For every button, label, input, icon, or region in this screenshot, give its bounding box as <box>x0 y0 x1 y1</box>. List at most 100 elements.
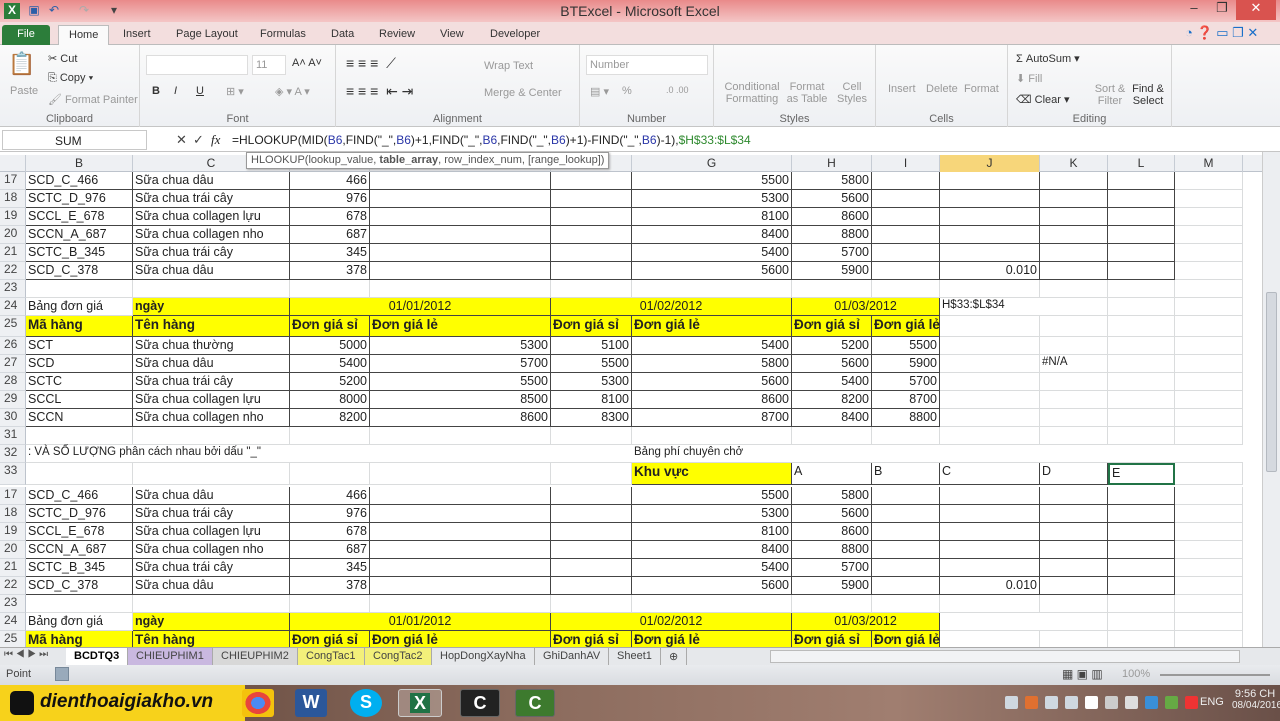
conditional-formatting-button[interactable]: Conditional Formatting <box>720 81 784 105</box>
row-header[interactable]: 19 <box>0 208 26 226</box>
cell-F27[interactable]: 5500 <box>551 355 632 373</box>
cell-E26[interactable]: 5300 <box>370 337 551 355</box>
empty-cell[interactable] <box>940 559 1040 577</box>
empty-cell[interactable] <box>940 391 1040 409</box>
close-button[interactable]: ✕ <box>1236 0 1276 20</box>
cell-B29[interactable]: SCCL <box>26 391 133 409</box>
row-header[interactable]: 17 <box>0 172 26 190</box>
sheet-tab-chieuphim2[interactable]: CHIEUPHIM2 <box>213 648 298 665</box>
cell-H27[interactable]: 5600 <box>792 355 872 373</box>
empty-cell[interactable] <box>940 595 1040 613</box>
tray-icon[interactable] <box>1065 696 1078 709</box>
empty-cell[interactable] <box>551 208 632 226</box>
cell-D22[interactable]: 378 <box>290 577 370 595</box>
empty-cell[interactable] <box>1175 208 1243 226</box>
cell-C18[interactable]: Sữa chua trái cây <box>133 190 290 208</box>
empty-cell[interactable] <box>1175 172 1243 190</box>
cell-B17[interactable]: SCD_C_466 <box>26 172 133 190</box>
empty-cell[interactable] <box>1040 427 1108 445</box>
tab-file[interactable]: File <box>2 25 50 45</box>
cell-F24[interactable]: 01/02/2012 <box>551 613 792 631</box>
tab-insert[interactable]: Insert <box>113 25 161 45</box>
cell-B25[interactable]: Mã hàng <box>26 316 133 337</box>
empty-cell[interactable] <box>940 541 1040 559</box>
empty-cell[interactable] <box>1040 262 1108 280</box>
column-header-B[interactable]: B <box>26 155 133 172</box>
tray-icon[interactable] <box>1165 696 1178 709</box>
cell-D18[interactable]: 976 <box>290 190 370 208</box>
cell-G21[interactable]: 5400 <box>632 559 792 577</box>
font-name-select[interactable] <box>146 55 248 75</box>
cell-C24[interactable]: ngày <box>133 298 290 316</box>
empty-cell[interactable] <box>872 280 940 298</box>
cell-B30[interactable]: SCCN <box>26 409 133 427</box>
cell-H17[interactable]: 5800 <box>792 487 872 505</box>
empty-cell[interactable] <box>872 226 940 244</box>
empty-cell[interactable] <box>1175 373 1243 391</box>
camtasia-recorder-icon[interactable]: C <box>515 689 555 717</box>
empty-cell[interactable] <box>872 172 940 190</box>
empty-cell[interactable] <box>370 208 551 226</box>
select-all-button[interactable] <box>0 155 26 172</box>
row-header[interactable]: 20 <box>0 226 26 244</box>
empty-cell[interactable] <box>1108 577 1175 595</box>
empty-cell[interactable] <box>551 559 632 577</box>
empty-cell[interactable] <box>1175 280 1243 298</box>
cell-B21[interactable]: SCTC_B_345 <box>26 559 133 577</box>
cell-D24[interactable]: 01/01/2012 <box>290 613 551 631</box>
empty-cell[interactable] <box>940 409 1040 427</box>
empty-cell[interactable] <box>1175 631 1243 647</box>
scroll-thumb[interactable] <box>1266 292 1277 472</box>
cell-H21[interactable]: 5700 <box>792 244 872 262</box>
cell-H19[interactable]: 8600 <box>792 208 872 226</box>
cell-B24[interactable]: Bảng đơn giá <box>26 613 133 631</box>
cell-H22[interactable]: 5900 <box>792 577 872 595</box>
cell-D29[interactable]: 8000 <box>290 391 370 409</box>
sheet-nav-arrows[interactable]: ⏮ ◀ ▶ ⏭ <box>4 649 48 660</box>
chrome-icon[interactable] <box>242 689 274 717</box>
empty-cell[interactable] <box>370 505 551 523</box>
tab-data[interactable]: Data <box>321 25 364 45</box>
cell-G17[interactable]: 5500 <box>632 172 792 190</box>
empty-cell[interactable] <box>1040 172 1108 190</box>
empty-cell[interactable] <box>370 172 551 190</box>
empty-cell[interactable] <box>1175 577 1243 595</box>
zoom-slider[interactable] <box>1160 674 1270 676</box>
column-header-L[interactable]: L <box>1108 155 1175 172</box>
empty-cell[interactable] <box>1108 487 1175 505</box>
empty-cell[interactable] <box>1108 505 1175 523</box>
cell-F24[interactable]: 01/02/2012 <box>551 298 792 316</box>
cell-F25[interactable]: Đơn giá sỉ <box>551 316 632 337</box>
cell-F26[interactable]: 5100 <box>551 337 632 355</box>
macro-record-icon[interactable] <box>55 667 69 681</box>
cell-G22[interactable]: 5600 <box>632 262 792 280</box>
cell-B25[interactable]: Mã hàng <box>26 631 133 647</box>
row-header[interactable]: 25 <box>0 631 26 647</box>
empty-cell[interactable] <box>940 613 1040 631</box>
tab-view[interactable]: View <box>430 25 474 45</box>
cell-D30[interactable]: 8200 <box>290 409 370 427</box>
empty-cell[interactable] <box>551 226 632 244</box>
cell-K33[interactable]: D <box>1040 463 1108 485</box>
row-header[interactable]: 32 <box>0 445 26 463</box>
empty-cell[interactable] <box>872 577 940 595</box>
restore-button[interactable]: ❐ <box>1208 0 1236 20</box>
cell-B21[interactable]: SCTC_B_345 <box>26 244 133 262</box>
empty-cell[interactable] <box>632 595 792 613</box>
empty-cell[interactable] <box>872 244 940 262</box>
cell-styles-button[interactable]: Cell Styles <box>832 81 872 105</box>
column-header-M[interactable]: M <box>1175 155 1243 172</box>
cell-D17[interactable]: 466 <box>290 487 370 505</box>
empty-cell[interactable] <box>1040 445 1108 463</box>
borders-icon[interactable]: ⊞ ▾ <box>226 85 244 98</box>
row-header[interactable]: 25 <box>0 316 26 337</box>
empty-cell[interactable] <box>940 487 1040 505</box>
row-header[interactable]: 19 <box>0 523 26 541</box>
cell-F30[interactable]: 8300 <box>551 409 632 427</box>
insert-sheet-icon[interactable]: ⊕ <box>661 648 688 665</box>
row-header[interactable]: 18 <box>0 505 26 523</box>
cell-B28[interactable]: SCTC <box>26 373 133 391</box>
align-top-icons[interactable]: ≡ ≡ ≡ ⟋ <box>346 55 396 72</box>
help-icon[interactable]: ◔ ❓ ▭ ❐ ✕ <box>1185 25 1258 41</box>
camtasia-icon[interactable]: C <box>460 689 500 717</box>
